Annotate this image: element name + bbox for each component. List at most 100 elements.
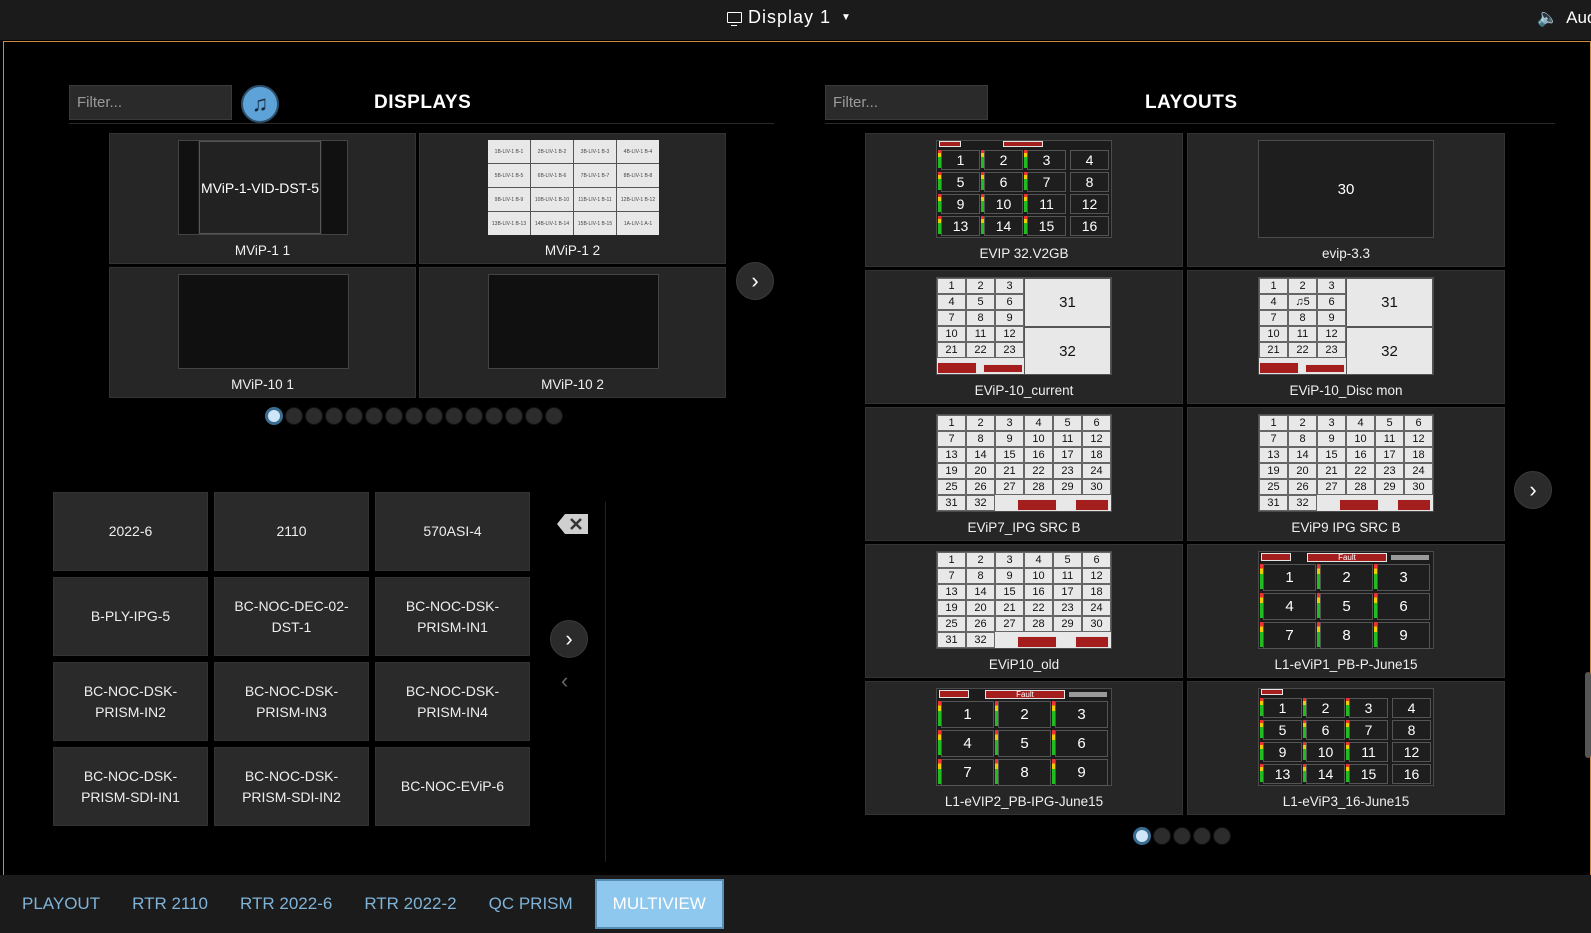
- pagination-dot[interactable]: [265, 407, 283, 425]
- displays-next-arrow-icon[interactable]: ›: [736, 262, 774, 300]
- layout-cell: 10: [1306, 742, 1345, 762]
- layout-cell: 3: [1317, 278, 1346, 294]
- source-button[interactable]: BC-NOC-DSK-PRISM-IN2: [53, 662, 208, 741]
- layout-cell: 8: [1070, 172, 1109, 192]
- pagination-dot[interactable]: [385, 407, 403, 425]
- scrollbar[interactable]: [1585, 672, 1591, 758]
- pagination-dot[interactable]: [1213, 827, 1231, 845]
- pagination-dot[interactable]: [485, 407, 503, 425]
- layout-card[interactable]: 1 2 3 4 5 6 7 8 9 10 11 12 13 14 15 16 17 18 19 20 21 22 23 24 2…: [865, 544, 1183, 678]
- sources-next-arrow-icon[interactable]: ›: [550, 620, 588, 658]
- display-selector[interactable]: Display 1 ▼: [727, 7, 852, 28]
- layout-cell: 3: [995, 552, 1024, 568]
- source-button[interactable]: BC-NOC-DSK-PRISM-IN3: [214, 662, 369, 741]
- audio-meter: [995, 730, 998, 755]
- display-thumbnail: [178, 274, 349, 369]
- layout-cell: 5: [1263, 720, 1302, 740]
- tab-rtr-2022-6[interactable]: RTR 2022-6: [224, 879, 348, 929]
- displays-filter-input[interactable]: [69, 85, 232, 120]
- pagination-dot[interactable]: [505, 407, 523, 425]
- layout-cell: 1: [937, 415, 966, 431]
- layout-card[interactable]: 1 2 3 4 ♫5 6 7 8 9 10 11 12 21 22 23 31 32 EViP-10_Disc m…: [1187, 270, 1505, 404]
- display-card[interactable]: MViP-1-VID-DST-5 MViP-1 1: [109, 133, 416, 264]
- layout-card[interactable]: 1 2 3 4 5 6 7 8 9 Fault L1-eVIP2_PB-IPG-June15: [865, 681, 1183, 815]
- layout-cell: 12: [1317, 326, 1346, 342]
- audio-meter: [1346, 764, 1349, 782]
- top-bar: Display 1 ▼ 🔈 Audio: [0, 0, 1591, 40]
- music-note-icon[interactable]: ♫: [241, 85, 279, 123]
- layout-card[interactable]: 1 2 3 4 5 6 7 8 9 10 11 12 13 14 15 16 17 18 19 20 21 22 23 24 2…: [865, 407, 1183, 541]
- source-button[interactable]: BC-NOC-DSK-PRISM-SDI-IN2: [214, 747, 369, 826]
- display-card[interactable]: MViP-10 2: [419, 267, 726, 398]
- display-card-label: MViP-10 1: [231, 377, 294, 392]
- layout-card[interactable]: 30 evip-3.3: [1187, 133, 1505, 267]
- layout-card[interactable]: 1 2 3 4 5 6 7 8 9 10 11 12 13 14 15 16 L1-eViP3_16-June1…: [1187, 681, 1505, 815]
- source-button[interactable]: BC-NOC-DSK-PRISM-SDI-IN1: [53, 747, 208, 826]
- layout-cell: 32: [1288, 495, 1317, 511]
- tab-rtr-2022-2[interactable]: RTR 2022-2: [348, 879, 472, 929]
- source-button[interactable]: BC-NOC-EViP-6: [375, 747, 530, 826]
- grid-cell: 8B-LIV-1 B-8: [617, 164, 659, 187]
- fault-indicator: [1397, 499, 1431, 511]
- source-button[interactable]: 2022-6: [53, 492, 208, 571]
- layout-card[interactable]: 1 2 3 4 5 6 7 8 9 10 11 12 13 14 15 16 17 18 19 20 21 22 23 24 2…: [1187, 407, 1505, 541]
- layout-cell: 7: [937, 568, 966, 584]
- grid-cell: 14B-LIV-1 B-14: [531, 212, 573, 235]
- source-button[interactable]: 570ASI-4: [375, 492, 530, 571]
- fault-indicator: [1003, 141, 1043, 147]
- layout-card[interactable]: 1 2 3 4 5 6 7 8 9 10 11 12 13 14 15 16 EVIP 32.V2GB: [865, 133, 1183, 267]
- display-card-label: MViP-1 2: [544, 243, 601, 258]
- fault-indicator: [983, 364, 1023, 373]
- layout-cell: 2: [966, 552, 995, 568]
- display-card-label: MViP-10 2: [541, 377, 604, 392]
- tab-qc-prism[interactable]: QC PRISM: [473, 879, 589, 929]
- tab-rtr-2110[interactable]: RTR 2110: [116, 879, 224, 929]
- pagination-dot[interactable]: [1133, 827, 1151, 845]
- layout-thumbnail: 30: [1258, 140, 1434, 238]
- source-button[interactable]: B-PLY-IPG-5: [53, 577, 208, 656]
- status-bar: [1391, 555, 1429, 560]
- pagination-dot[interactable]: [425, 407, 443, 425]
- pagination-dot[interactable]: [345, 407, 363, 425]
- layout-cell: 10: [1346, 431, 1375, 447]
- layout-card[interactable]: 1 2 3 4 5 6 7 8 9 Fault L1-eViP1_PB-P-June15: [1187, 544, 1505, 678]
- layouts-next-arrow-icon[interactable]: ›: [1514, 471, 1552, 509]
- layout-cell: 3: [1349, 698, 1388, 718]
- layouts-filter-input[interactable]: [825, 85, 988, 120]
- source-button[interactable]: 2110: [214, 492, 369, 571]
- pagination-dot[interactable]: [285, 407, 303, 425]
- sources-prev-arrow-icon[interactable]: ‹: [561, 668, 568, 694]
- pagination-dot[interactable]: [1153, 827, 1171, 845]
- pagination-dot[interactable]: [325, 407, 343, 425]
- audio-meter: [1374, 564, 1377, 589]
- pagination-dot[interactable]: [1173, 827, 1191, 845]
- pagination-dot[interactable]: [525, 407, 543, 425]
- display-card[interactable]: 1B-LIV-1 B-1 2B-LIV-1 B-2 3B-LIV-1 B-3 4B-L…: [419, 133, 726, 264]
- layout-card-label: EViP-10_Disc mon: [1289, 383, 1403, 398]
- pagination-dot[interactable]: [545, 407, 563, 425]
- source-button[interactable]: BC-NOC-DSK-PRISM-IN4: [375, 662, 530, 741]
- pagination-dot[interactable]: [405, 407, 423, 425]
- pagination-dot[interactable]: [365, 407, 383, 425]
- layout-cell: 6: [995, 294, 1024, 310]
- layout-cell: 9: [1377, 622, 1430, 649]
- display-card[interactable]: MViP-10 1: [109, 267, 416, 398]
- layout-cell: 2: [1306, 698, 1345, 718]
- layout-cell: 17: [1053, 447, 1082, 463]
- source-button[interactable]: BC-NOC-DEC-02-DST-1: [214, 577, 369, 656]
- tab-playout[interactable]: PLAYOUT: [6, 879, 116, 929]
- layout-cell: 8: [966, 431, 995, 447]
- pagination-dot[interactable]: [1193, 827, 1211, 845]
- display-thumbnail-source: MViP-1-VID-DST-5: [199, 141, 321, 234]
- tab-multiview[interactable]: MULTIVIEW: [594, 879, 724, 929]
- layout-card[interactable]: 1 2 3 4 5 6 7 8 9 10 11 12 21 22 23 31 32 EViP-10_current: [865, 270, 1183, 404]
- backspace-icon[interactable]: [556, 512, 590, 536]
- audio-button[interactable]: 🔈 Audio: [1537, 8, 1591, 28]
- audio-meter: [1260, 764, 1263, 782]
- pagination-dot[interactable]: [305, 407, 323, 425]
- pagination-dot[interactable]: [465, 407, 483, 425]
- source-button[interactable]: BC-NOC-DSK-PRISM-IN1: [375, 577, 530, 656]
- audio-meter: [938, 194, 941, 212]
- audio-meter: [938, 730, 941, 755]
- pagination-dot[interactable]: [445, 407, 463, 425]
